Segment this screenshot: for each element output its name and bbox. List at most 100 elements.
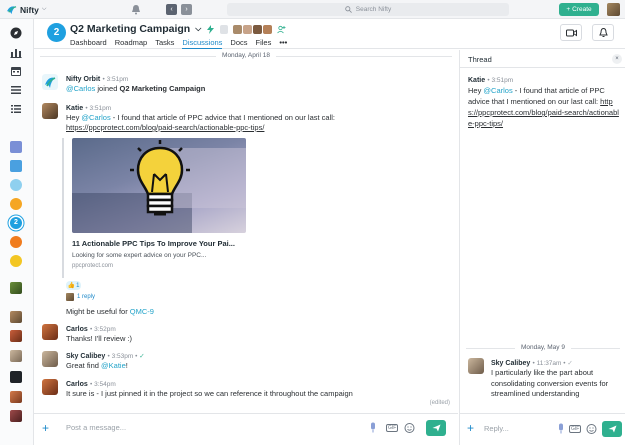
message-text: Might be useful for QMC-9: [66, 307, 456, 317]
nifty-logo-icon: [6, 6, 17, 15]
gif-icon[interactable]: GIF: [386, 424, 399, 432]
member-avatar-2[interactable]: [10, 311, 22, 323]
member-avatar-1[interactable]: [10, 282, 22, 294]
date-separator: Monday, May 9: [460, 344, 625, 351]
discussion-feed[interactable]: Monday, April 18 Nifty Orbit • 3:51pm @C…: [34, 50, 458, 445]
member-avatar: [253, 24, 263, 34]
emoji-icon[interactable]: [586, 423, 597, 434]
project-title-row[interactable]: Q2 Marketing Campaign ⌵: [70, 23, 286, 35]
reply-placeholder[interactable]: Reply...: [484, 424, 509, 433]
chart-icon[interactable]: [10, 46, 22, 58]
member-avatar-7[interactable]: [10, 410, 22, 422]
app-switcher[interactable]: Nifty ⌵: [6, 4, 46, 15]
chevron-down-icon: ⌵: [41, 6, 47, 12]
preview-site: ppcprotect.com: [72, 263, 114, 269]
user-mention[interactable]: @Carlos: [81, 113, 110, 122]
thumbs-up-reaction[interactable]: 👍 1: [66, 281, 81, 290]
article-link[interactable]: https://ppcprotect.com/blog/paid-search/…: [66, 123, 264, 132]
forward-arrow-button[interactable]: ›: [181, 4, 192, 15]
user-mention[interactable]: @Carlos: [66, 84, 95, 93]
preview-title[interactable]: 11 Actionable PPC Tips To Improve Your P…: [72, 239, 252, 248]
back-arrow-button[interactable]: ‹: [166, 4, 177, 15]
add-member-icon[interactable]: [277, 25, 286, 34]
message-text: Great find @Katie!: [66, 361, 456, 371]
tab-files[interactable]: Files: [256, 38, 272, 49]
user-avatar[interactable]: [607, 3, 620, 16]
microphone-icon[interactable]: [558, 423, 564, 434]
project-icon-2[interactable]: [10, 160, 22, 172]
project-icon-6[interactable]: [10, 236, 22, 248]
reply-composer[interactable]: + Reply... GIF: [460, 413, 625, 445]
create-button[interactable]: + Create: [559, 3, 599, 16]
left-sidebar: 2: [0, 19, 34, 445]
katie-avatar[interactable]: [42, 103, 58, 119]
message-timestamp: 3:51pm: [491, 77, 514, 84]
microphone-icon[interactable]: [370, 422, 376, 433]
tab-more[interactable]: •••: [279, 38, 287, 49]
member-avatar-3[interactable]: [10, 330, 22, 342]
member-avatar-6[interactable]: [10, 391, 22, 403]
project-icon-4[interactable]: [10, 198, 22, 210]
project-icon-1[interactable]: [10, 141, 22, 153]
close-icon[interactable]: ×: [612, 54, 622, 64]
send-reply-button[interactable]: [602, 421, 622, 437]
message-time: • 3:51pm: [85, 105, 112, 112]
message-author: Carlos: [66, 381, 88, 388]
add-attachment-icon[interactable]: +: [467, 421, 474, 435]
checklist-icon[interactable]: [10, 103, 22, 115]
thread-reply-link[interactable]: 1 reply: [66, 293, 95, 301]
emoji-icon[interactable]: [404, 422, 415, 433]
link-preview-card[interactable]: 11 Actionable PPC Tips To Improve Your P…: [62, 138, 252, 278]
search-input[interactable]: Search Nifty: [227, 3, 509, 16]
message-time: • 3:54pm: [90, 381, 116, 388]
message-author: Carlos: [66, 326, 88, 333]
tab-docs[interactable]: Docs: [230, 38, 247, 49]
notification-settings-button[interactable]: [592, 24, 614, 41]
list-icon[interactable]: [10, 84, 22, 96]
date-separator-label: Monday, May 9: [515, 344, 571, 351]
thumbs-up-icon: 👍: [67, 283, 76, 289]
composer-placeholder[interactable]: Post a message...: [66, 423, 126, 432]
sky-avatar[interactable]: [42, 351, 58, 367]
sky-avatar[interactable]: [468, 358, 484, 374]
member-avatar-4[interactable]: [10, 350, 22, 362]
message-timestamp: 3:51pm: [89, 105, 112, 112]
message-composer[interactable]: + Post a message... GIF: [34, 413, 458, 445]
tab-discussions[interactable]: Discussions: [182, 38, 223, 49]
message-time: • 3:52pm: [90, 326, 116, 333]
message-timestamp: 11:37am: [536, 360, 562, 367]
carlos-avatar[interactable]: [42, 379, 58, 395]
project-icon-3[interactable]: [10, 179, 22, 191]
gif-icon[interactable]: GIF: [569, 425, 582, 433]
compass-icon[interactable]: [10, 27, 22, 39]
video-call-button[interactable]: [560, 24, 582, 41]
send-icon: [608, 425, 616, 433]
notifications-bell-icon[interactable]: [131, 4, 141, 15]
seen-check-icon: ✓: [139, 353, 145, 360]
message-time: • 3:51pm: [487, 77, 514, 84]
message-text: I particularly like the part about conso…: [491, 368, 609, 398]
search-placeholder: Search Nifty: [355, 6, 392, 13]
tab-tasks[interactable]: Tasks: [155, 38, 174, 49]
create-label: Create: [572, 6, 592, 13]
member-avatar-5[interactable]: [10, 371, 22, 383]
task-tag-link[interactable]: QMC-9: [130, 307, 154, 316]
user-mention[interactable]: @Katie: [101, 361, 126, 370]
message-timestamp: 3:54pm: [94, 381, 116, 388]
message-author: Katie: [468, 77, 486, 84]
project-members[interactable]: [233, 24, 273, 34]
tab-dashboard[interactable]: Dashboard: [70, 38, 107, 49]
project-icon-7[interactable]: [10, 255, 22, 267]
user-mention[interactable]: @Carlos: [483, 86, 512, 95]
project-badge-active[interactable]: 2: [10, 217, 22, 229]
message-text-part: - I found that article of PPC advice tha…: [110, 113, 336, 122]
bolt-icon[interactable]: [206, 24, 215, 34]
calendar-icon[interactable]: [10, 65, 22, 77]
message-text: @Carlos joined Q2 Marketing Campaign: [66, 84, 456, 94]
tab-roadmap[interactable]: Roadmap: [115, 38, 148, 49]
send-button[interactable]: [426, 420, 446, 436]
top-bar: Nifty ⌵ ‹ › Search Nifty + Create: [0, 0, 625, 19]
add-attachment-icon[interactable]: +: [42, 421, 49, 435]
carlos-avatar[interactable]: [42, 324, 58, 340]
thread-header: Thread ×: [460, 50, 625, 68]
